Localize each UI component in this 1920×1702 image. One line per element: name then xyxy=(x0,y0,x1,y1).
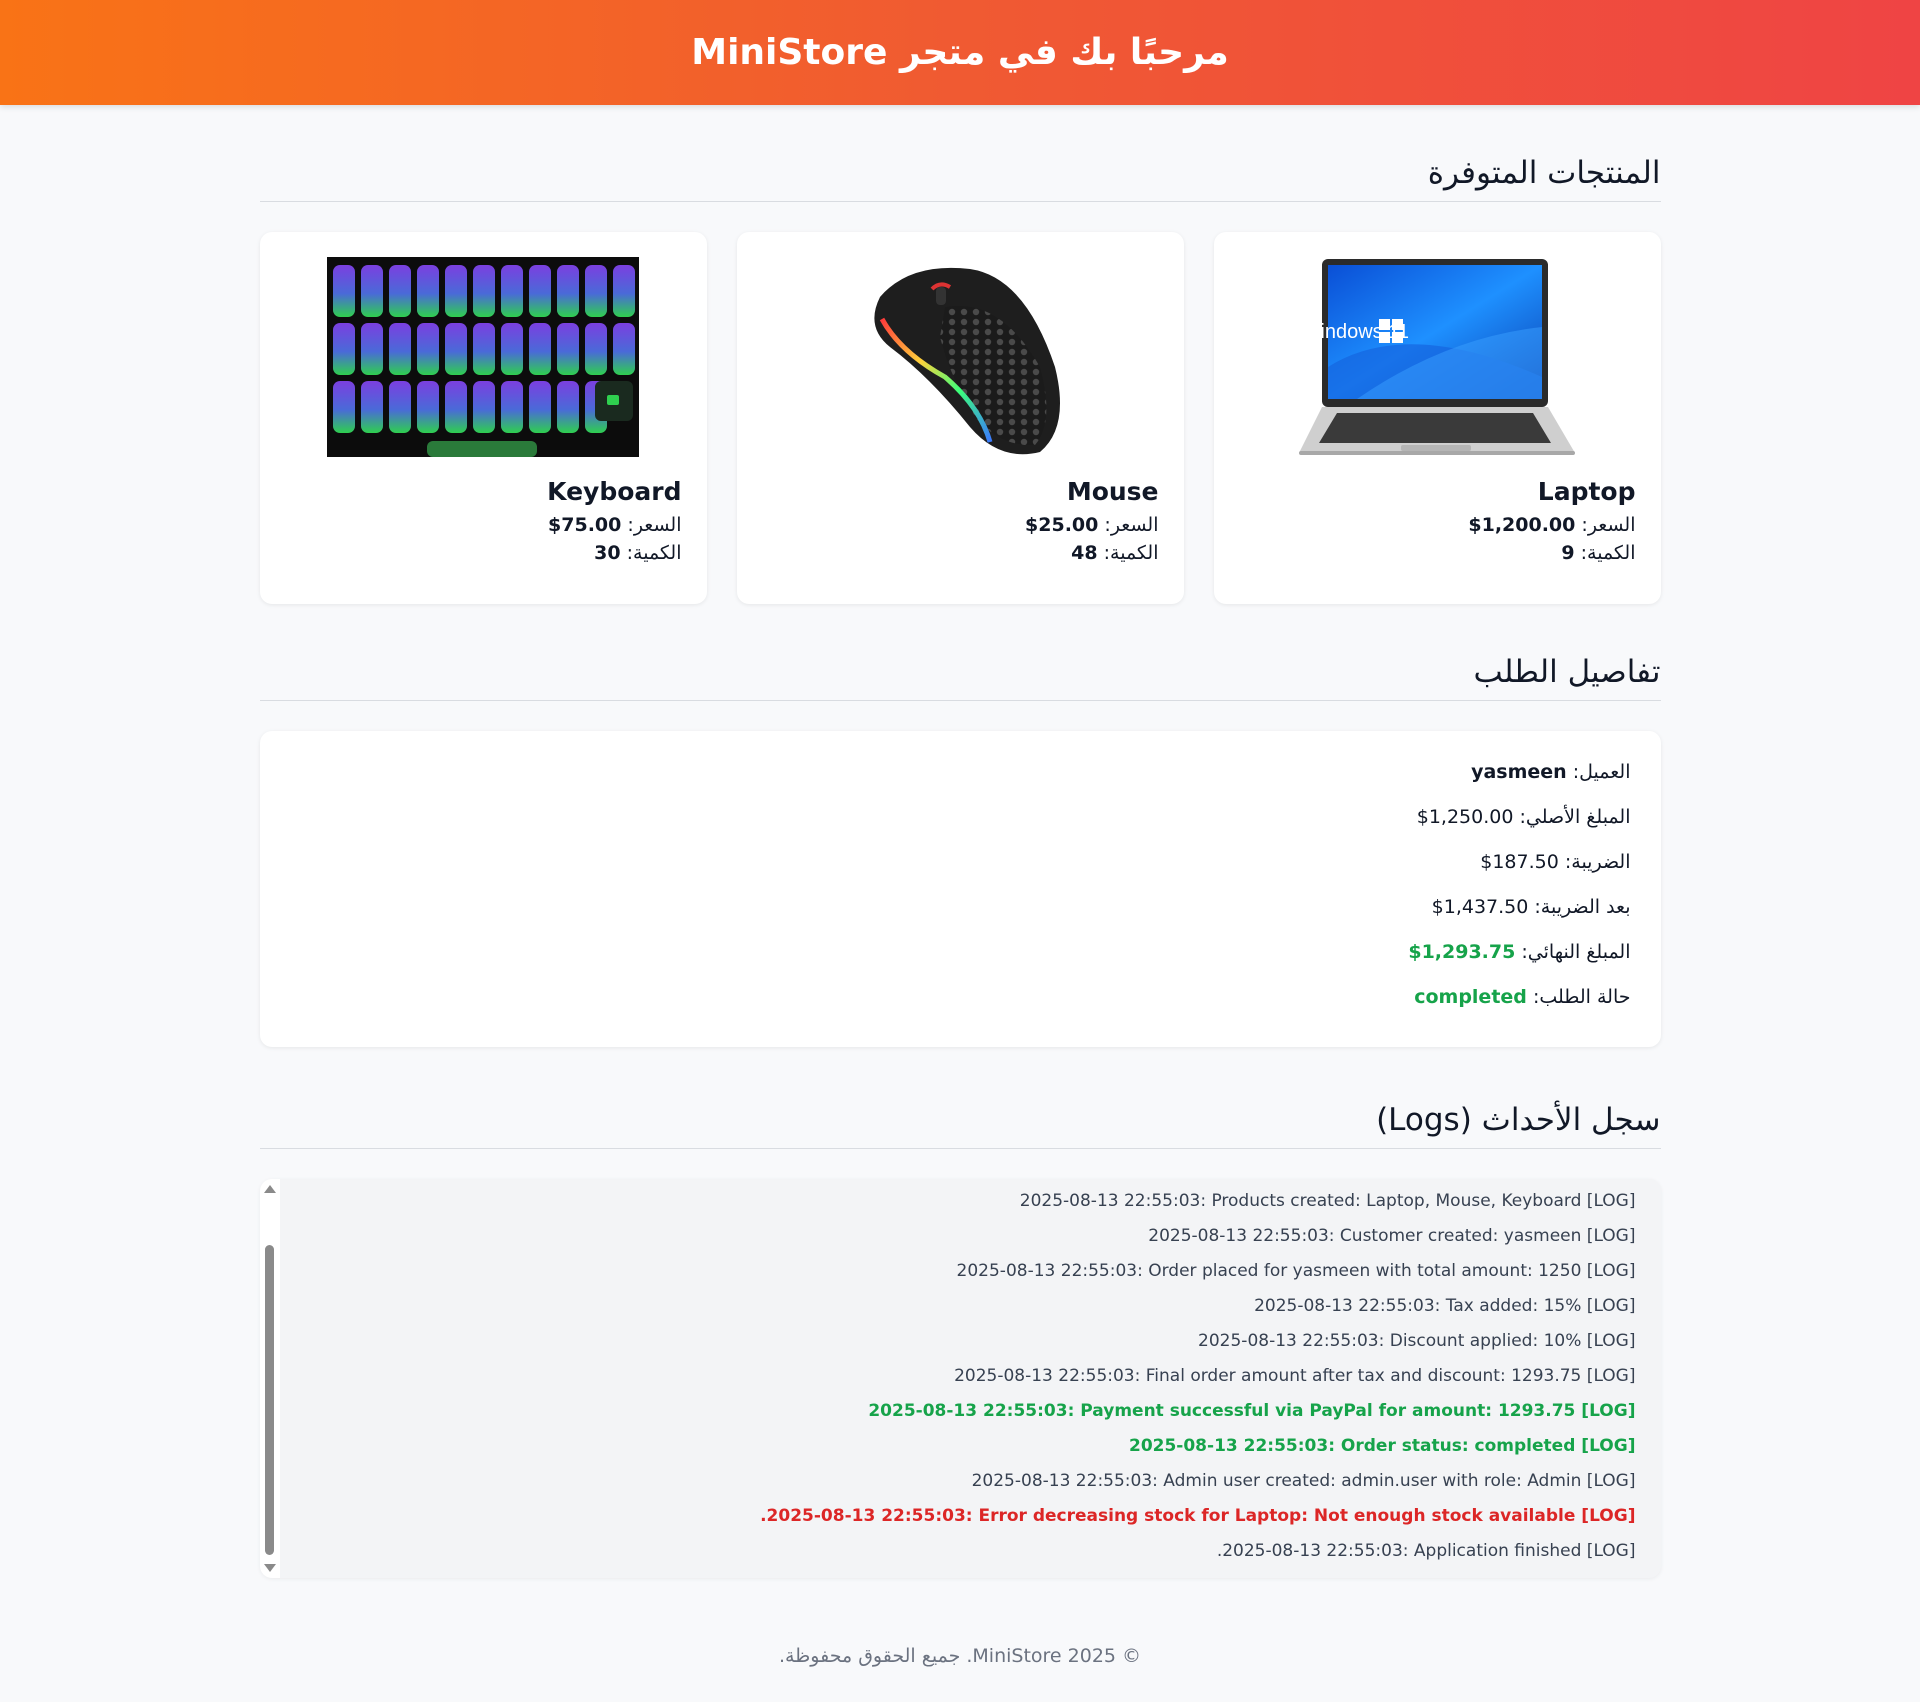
product-name: Mouse xyxy=(1066,477,1159,506)
products-section-title: المنتجات المتوفرة xyxy=(259,155,1661,202)
price-label: السعر: xyxy=(627,514,682,536)
price-value: $1,200.00 xyxy=(1468,514,1576,536)
price-value: $25.00 xyxy=(1025,514,1099,536)
order-details-card: العميل: yasmeen المبلغ الأصلي: $1,250.00… xyxy=(259,731,1661,1047)
laptop-image: Windows 11 xyxy=(1239,257,1636,457)
keyboard-image xyxy=(285,257,682,457)
price-label: السعر: xyxy=(1581,514,1636,536)
log-entry: [LOG] 2025-08-13 22:55:03: Admin user cr… xyxy=(971,1471,1636,1491)
order-tax-row: الضريبة: $187.50 xyxy=(290,851,1631,896)
after-tax-value: $1,437.50 xyxy=(1431,896,1529,918)
final-amount-value: $1,293.75 xyxy=(1408,941,1516,963)
status-badge: completed xyxy=(1414,986,1527,1008)
products-grid: Windows 11 Laptop السعر: $1,200.00 الكمي… xyxy=(259,232,1661,604)
footer-copyright: © 2025 MiniStore. جميع الحقوق محفوظة. xyxy=(778,1645,1142,1667)
product-quantity: الكمية: 48 xyxy=(762,542,1159,564)
status-label: حالة الطلب: xyxy=(1532,986,1631,1008)
logs-list: [LOG] 2025-08-13 22:55:03: Products crea… xyxy=(260,1179,1661,1569)
product-card-keyboard[interactable]: Keyboard السعر: $75.00 الكمية: 30 xyxy=(259,232,707,604)
quantity-value: 9 xyxy=(1561,542,1575,564)
log-entry: [LOG] 2025-08-13 22:55:03: Discount appl… xyxy=(1198,1331,1636,1351)
logs-scrollbar[interactable] xyxy=(259,1179,280,1578)
price-label: السعر: xyxy=(1104,514,1159,536)
after-tax-label: بعد الضريبة: xyxy=(1534,896,1631,918)
product-price: السعر: $1,200.00 xyxy=(1239,514,1636,536)
order-final-row: المبلغ النهائي: $1,293.75 xyxy=(290,941,1631,986)
main-content: المنتجات المتوفرة Windows 11 Laptop السع… xyxy=(259,155,1661,1578)
product-name: Laptop xyxy=(1537,477,1636,506)
scroll-up-arrow-icon[interactable] xyxy=(263,1185,276,1193)
order-after-tax-row: بعد الضريبة: $1,437.50 xyxy=(290,896,1631,941)
product-card-laptop[interactable]: Windows 11 Laptop السعر: $1,200.00 الكمي… xyxy=(1213,232,1661,604)
log-entry: [LOG] 2025-08-13 22:55:03: Order placed … xyxy=(956,1261,1636,1281)
log-entry: [LOG] 2025-08-13 22:55:03: Application f… xyxy=(1216,1541,1636,1561)
site-footer: © 2025 MiniStore. جميع الحقوق محفوظة. xyxy=(0,1645,1920,1667)
original-amount-label: المبلغ الأصلي: xyxy=(1519,806,1631,828)
logs-section-title: سجل الأحداث (Logs) xyxy=(259,1102,1661,1149)
log-entry-success: [LOG] 2025-08-13 22:55:03: Order status:… xyxy=(1128,1436,1636,1456)
site-header: مرحبًا بك في متجر MiniStore xyxy=(0,0,1920,105)
order-status-row: حالة الطلب: completed xyxy=(290,986,1631,1031)
log-entry-error: [LOG] 2025-08-13 22:55:03: Error decreas… xyxy=(760,1506,1636,1526)
quantity-value: 48 xyxy=(1071,542,1098,564)
tax-label: الضريبة: xyxy=(1564,851,1631,873)
final-amount-label: المبلغ النهائي: xyxy=(1521,941,1631,963)
product-price: السعر: $25.00 xyxy=(762,514,1159,536)
log-entry: [LOG] 2025-08-13 22:55:03: Tax added: 15… xyxy=(1254,1296,1636,1316)
price-value: $75.00 xyxy=(548,514,622,536)
logs-section: سجل الأحداث (Logs) [LOG] 2025-08-13 22:5… xyxy=(259,1102,1661,1578)
product-price: السعر: $75.00 xyxy=(285,514,682,536)
products-section: المنتجات المتوفرة Windows 11 Laptop السع… xyxy=(259,155,1661,604)
log-entry: [LOG] 2025-08-13 22:55:03: Final order a… xyxy=(954,1366,1636,1386)
order-original-row: المبلغ الأصلي: $1,250.00 xyxy=(290,806,1631,851)
logs-panel[interactable]: [LOG] 2025-08-13 22:55:03: Products crea… xyxy=(259,1179,1661,1578)
log-entry: [LOG] 2025-08-13 22:55:03: Products crea… xyxy=(1019,1191,1636,1211)
order-customer-row: العميل: yasmeen xyxy=(290,761,1631,806)
order-section: تفاصيل الطلب العميل: yasmeen المبلغ الأص… xyxy=(259,654,1661,1047)
tax-value: $187.50 xyxy=(1480,851,1559,873)
product-quantity: الكمية: 9 xyxy=(1239,542,1636,564)
site-title: مرحبًا بك في متجر MiniStore xyxy=(691,32,1229,73)
quantity-value: 30 xyxy=(594,542,621,564)
svg-text:Windows 11: Windows 11 xyxy=(1302,321,1409,343)
log-entry: [LOG] 2025-08-13 22:55:03: Customer crea… xyxy=(1148,1226,1636,1246)
customer-value: yasmeen xyxy=(1471,761,1567,783)
quantity-label: الكمية: xyxy=(626,542,682,564)
scrollbar-thumb[interactable] xyxy=(264,1245,274,1555)
log-entry-success: [LOG] 2025-08-13 22:55:03: Payment succe… xyxy=(868,1401,1636,1421)
scroll-down-arrow-icon[interactable] xyxy=(263,1564,276,1572)
customer-label: العميل: xyxy=(1572,761,1631,783)
order-section-title: تفاصيل الطلب xyxy=(259,654,1661,701)
product-card-mouse[interactable]: Mouse السعر: $25.00 الكمية: 48 xyxy=(736,232,1184,604)
product-quantity: الكمية: 30 xyxy=(285,542,682,564)
original-amount-value: $1,250.00 xyxy=(1416,806,1514,828)
mouse-image xyxy=(762,257,1159,457)
quantity-label: الكمية: xyxy=(1580,542,1636,564)
quantity-label: الكمية: xyxy=(1103,542,1159,564)
product-name: Keyboard xyxy=(547,477,682,506)
